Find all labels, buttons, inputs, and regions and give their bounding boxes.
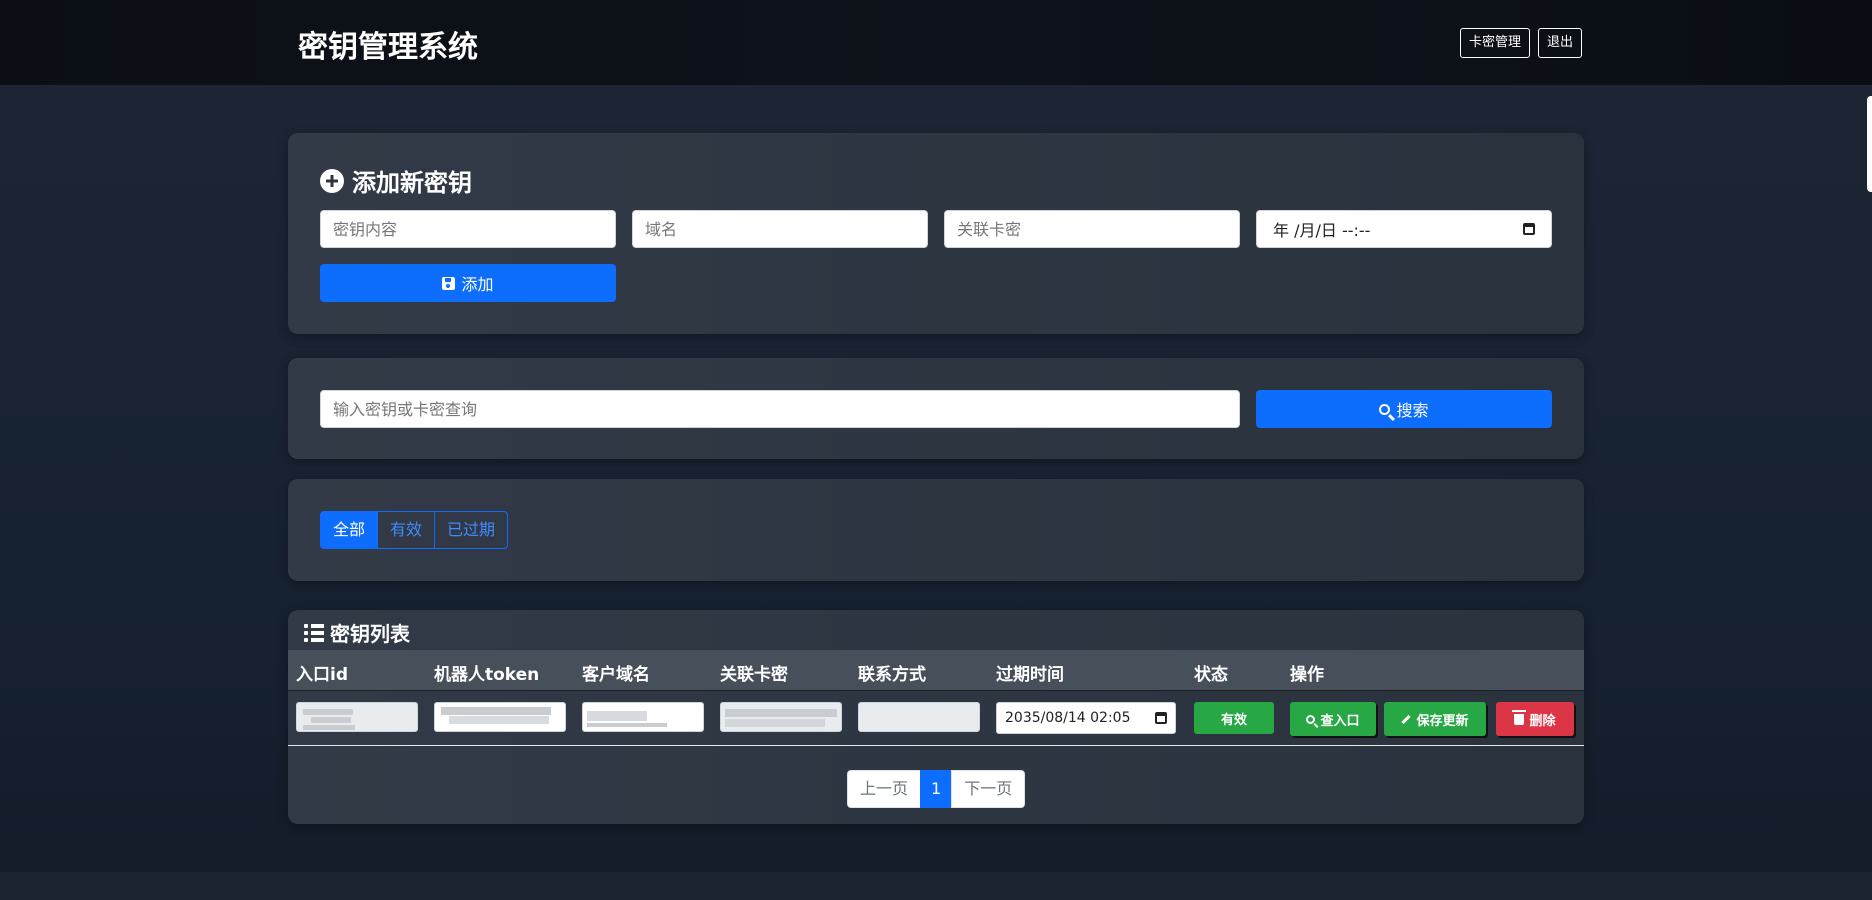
col-linked-card: 关联卡密 xyxy=(720,665,788,685)
save-icon xyxy=(442,276,456,290)
save-update-button[interactable]: 保存更新 xyxy=(1384,702,1486,736)
view-entry-button[interactable]: 查入口 xyxy=(1290,702,1376,736)
page-1-button[interactable]: 1 xyxy=(920,770,953,808)
linked-card-field[interactable] xyxy=(720,702,842,732)
side-edge-tab[interactable] xyxy=(1867,96,1872,192)
entry-id-field[interactable] xyxy=(296,702,418,732)
status-filter-group: 全部 有效 已过期 xyxy=(320,511,509,549)
delete-button[interactable]: 删除 xyxy=(1496,702,1574,736)
key-list-card: 密钥列表 入口id 机器人token 客户域名 关联卡密 联系方式 过期时间 状… xyxy=(288,610,1584,824)
add-key-button-label: 添加 xyxy=(461,275,494,294)
key-content-input[interactable] xyxy=(320,210,616,248)
row-divider xyxy=(288,745,1584,746)
save-update-label: 保存更新 xyxy=(1416,713,1469,729)
list-icon xyxy=(304,623,324,642)
filter-all-button[interactable]: 全部 xyxy=(320,511,379,549)
col-contact: 联系方式 xyxy=(858,665,926,685)
pagination: 上一页 1 下一页 xyxy=(847,770,1026,808)
key-list-title: 密钥列表 xyxy=(304,618,410,647)
trash-icon xyxy=(1512,709,1527,725)
logout-button[interactable]: 退出 xyxy=(1538,28,1583,58)
col-bot-token: 机器人token xyxy=(434,665,540,685)
next-page-button[interactable]: 下一页 xyxy=(951,770,1026,808)
bot-token-field[interactable] xyxy=(434,702,566,732)
search-button[interactable]: 搜索 xyxy=(1256,390,1552,428)
filter-card: 全部 有效 已过期 xyxy=(288,479,1584,581)
prev-page-button[interactable]: 上一页 xyxy=(847,770,922,808)
top-navbar: 密钥管理系统 卡密管理 退出 xyxy=(0,0,1872,85)
card-manage-button[interactable]: 卡密管理 xyxy=(1460,28,1531,58)
app-title: 密钥管理系统 xyxy=(298,30,478,65)
filter-expired-button[interactable]: 已过期 xyxy=(434,511,509,549)
search-icon xyxy=(1379,403,1391,415)
search-button-label: 搜索 xyxy=(1396,401,1429,420)
add-key-button[interactable]: 添加 xyxy=(320,264,616,302)
expire-date-input[interactable]: 年 /月/日 --:-- xyxy=(1256,210,1552,248)
col-customer-domain: 客户域名 xyxy=(582,665,650,685)
add-key-title-text: 添加新密钥 xyxy=(352,169,472,197)
contact-field[interactable] xyxy=(858,702,980,732)
footer-strip xyxy=(0,872,1872,900)
col-status: 状态 xyxy=(1194,665,1228,685)
row-expire-date-value: 2035/08/14 02:05 xyxy=(1005,710,1131,726)
view-entry-label: 查入口 xyxy=(1320,713,1360,729)
add-key-title: 添加新密钥 xyxy=(320,163,472,198)
calendar-icon[interactable] xyxy=(1155,712,1167,724)
search-input[interactable] xyxy=(320,390,1240,428)
domain-input[interactable] xyxy=(632,210,928,248)
expire-date-placeholder: 年 /月/日 --:-- xyxy=(1273,221,1371,240)
header-divider xyxy=(288,690,1584,691)
delete-label: 删除 xyxy=(1529,713,1556,729)
filter-valid-button[interactable]: 有效 xyxy=(377,511,436,549)
search-icon xyxy=(1306,714,1316,724)
calendar-icon[interactable] xyxy=(1523,223,1535,235)
search-card: 搜索 xyxy=(288,358,1584,459)
col-expire-time: 过期时间 xyxy=(996,665,1064,685)
plus-circle-icon xyxy=(320,168,344,193)
pencil-icon xyxy=(1401,714,1412,724)
customer-domain-field[interactable] xyxy=(582,702,704,732)
add-key-card: 添加新密钥 年 /月/日 --:-- 添加 xyxy=(288,133,1584,334)
row-expire-date-input[interactable]: 2035/08/14 02:05 xyxy=(996,702,1176,734)
linked-card-input[interactable] xyxy=(944,210,1240,248)
col-entry-id: 入口id xyxy=(296,665,348,685)
col-actions: 操作 xyxy=(1290,665,1324,685)
key-list-title-text: 密钥列表 xyxy=(330,622,410,646)
table-header: 入口id 机器人token 客户域名 关联卡密 联系方式 过期时间 状态 操作 xyxy=(288,650,1584,690)
status-badge: 有效 xyxy=(1194,702,1274,734)
